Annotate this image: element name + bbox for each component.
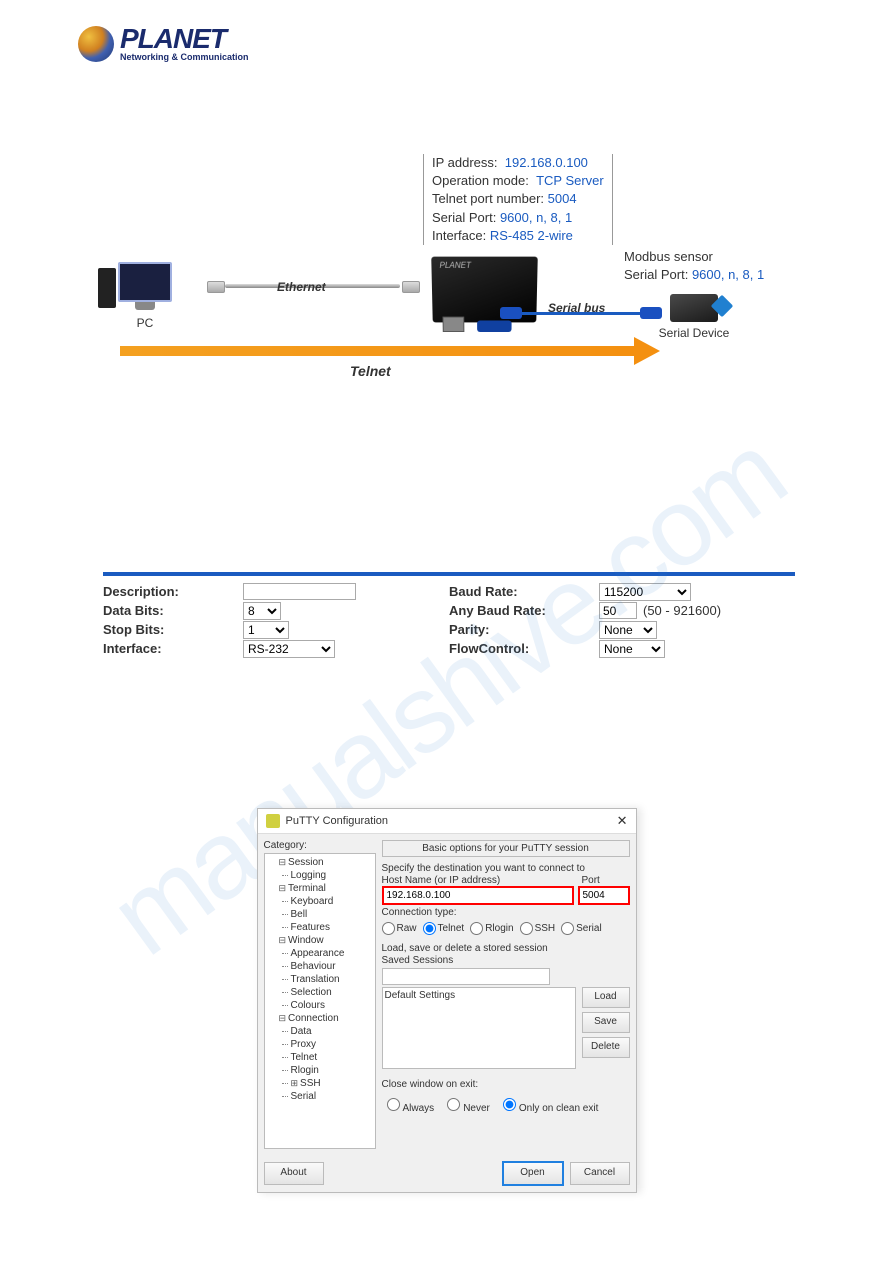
device-info-box: IP address: 192.168.0.100 Operation mode… — [423, 154, 613, 245]
radio-telnet[interactable] — [423, 922, 436, 935]
open-button[interactable]: Open — [502, 1161, 564, 1186]
cancel-button[interactable]: Cancel — [570, 1162, 630, 1185]
connector-icon — [207, 281, 225, 293]
separator — [103, 572, 795, 576]
input-any-baud[interactable] — [599, 602, 637, 619]
close-icon[interactable]: ✕ — [617, 813, 628, 829]
load-button[interactable]: Load — [582, 987, 630, 1008]
category-label: Category: — [264, 840, 376, 851]
saved-sessions-label: Saved Sessions — [382, 955, 630, 966]
logo: PLANET Networking & Communication — [0, 0, 893, 62]
serial-device-label: Serial Device — [654, 326, 734, 340]
serial-connector-icon — [640, 307, 662, 319]
sensor-info-box: Modbus sensor Serial Port: 9600, n, 8, 1 — [624, 248, 764, 284]
radio-serial[interactable] — [561, 922, 574, 935]
label-parity: Parity: — [449, 622, 599, 637]
category-tree[interactable]: ⊟Session Logging ⊟Terminal KeyboardBellF… — [264, 853, 376, 1149]
saved-session-input[interactable] — [382, 968, 550, 985]
pc-label: PC — [118, 316, 172, 330]
radio-always[interactable] — [387, 1098, 400, 1111]
label-any-baud: Any Baud Rate: — [449, 603, 599, 618]
telnet-arrow-icon — [120, 346, 660, 356]
input-description[interactable] — [243, 583, 356, 600]
load-save-label: Load, save or delete a stored session — [382, 943, 630, 954]
label-interface: Interface: — [103, 641, 243, 656]
label-stop-bits: Stop Bits: — [103, 622, 243, 637]
radio-clean[interactable] — [503, 1098, 516, 1111]
logo-tagline: Networking & Communication — [120, 53, 249, 62]
label-data-bits: Data Bits: — [103, 603, 243, 618]
label-description: Description: — [103, 584, 243, 599]
port-input[interactable] — [578, 886, 630, 905]
select-interface[interactable]: RS-232 — [243, 640, 335, 658]
host-input[interactable] — [382, 886, 574, 905]
about-button[interactable]: About — [264, 1162, 324, 1185]
network-diagram: IP address: 192.168.0.100 Operation mode… — [0, 162, 893, 462]
label-baud: Baud Rate: — [449, 584, 599, 599]
connector-icon — [402, 281, 420, 293]
select-data-bits[interactable]: 8 — [243, 602, 281, 620]
select-stop-bits[interactable]: 1 — [243, 621, 289, 639]
delete-button[interactable]: Delete — [582, 1037, 630, 1058]
putty-app-icon — [266, 814, 280, 828]
logo-globe-icon — [78, 26, 114, 62]
exit-label: Close window on exit: — [382, 1079, 630, 1090]
panel-title: Basic options for your PuTTY session — [382, 840, 630, 857]
radio-raw[interactable] — [382, 922, 395, 935]
serial-connector-icon — [500, 307, 522, 319]
radio-ssh[interactable] — [520, 922, 533, 935]
telnet-label: Telnet — [350, 363, 391, 379]
radio-never[interactable] — [447, 1098, 460, 1111]
baud-range: (50 - 921600) — [643, 603, 721, 618]
dest-label: Specify the destination you want to conn… — [382, 863, 630, 874]
putty-titlebar: PuTTY Configuration ✕ — [258, 809, 636, 834]
label-flow: FlowControl: — [449, 641, 599, 656]
logo-name: PLANET — [120, 25, 249, 53]
session-list[interactable]: Default Settings — [382, 987, 576, 1069]
select-baud[interactable]: 115200 — [599, 583, 691, 601]
conn-type-label: Connection type: — [382, 907, 630, 918]
select-parity[interactable]: None — [599, 621, 657, 639]
serial-form: Description: Data Bits:8 Stop Bits:1 Int… — [103, 582, 795, 658]
conn-type-radios: Raw Telnet Rlogin SSH Serial — [382, 922, 630, 935]
port-label: Port — [582, 875, 630, 886]
serial-device-icon — [670, 294, 718, 322]
radio-rlogin[interactable] — [470, 922, 483, 935]
save-button[interactable]: Save — [582, 1012, 630, 1033]
ethernet-label: Ethernet — [277, 280, 326, 294]
serial-bus-label: Serial bus — [548, 301, 605, 315]
host-label: Host Name (or IP address) — [382, 875, 578, 886]
select-flow[interactable]: None — [599, 640, 665, 658]
pc-icon: PC — [118, 262, 172, 330]
putty-title: PuTTY Configuration — [286, 815, 617, 827]
putty-dialog: PuTTY Configuration ✕ Category: ⊟Session… — [257, 808, 637, 1193]
